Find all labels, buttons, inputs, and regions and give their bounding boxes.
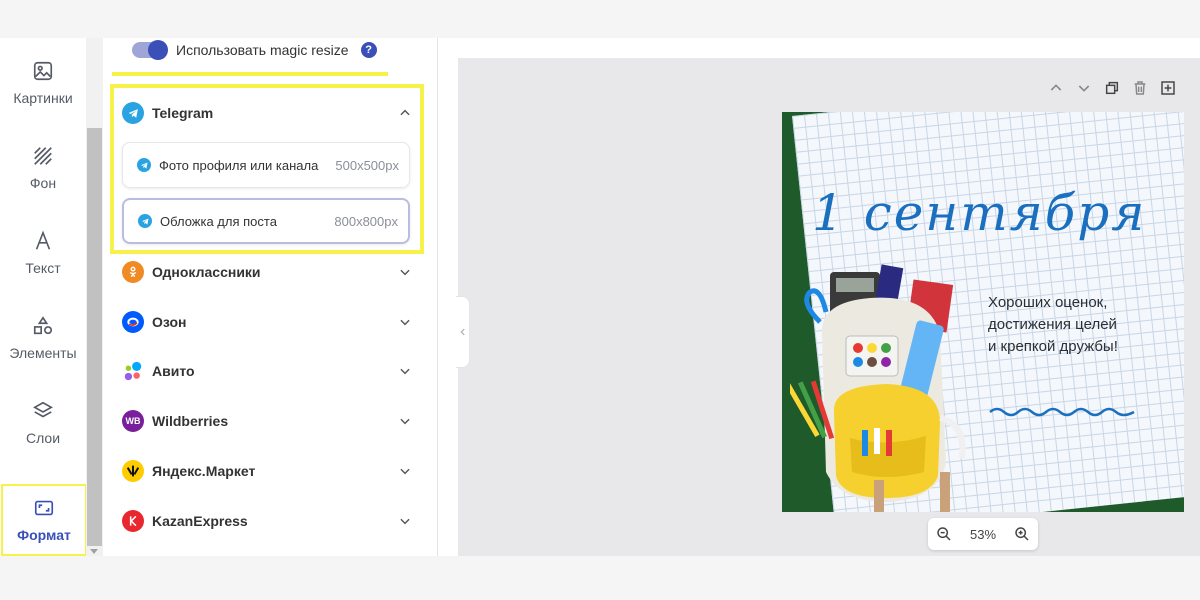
group-label: Telegram <box>152 105 214 121</box>
magic-resize-label: Использовать magic resize <box>176 42 349 58</box>
group-header-yandex-market[interactable]: Яндекс.Маркет <box>122 456 412 486</box>
collapse-panel-handle[interactable] <box>456 296 470 368</box>
rail-item-layers[interactable]: Слои <box>0 388 86 458</box>
rail-item-label: Фон <box>29 175 57 191</box>
format-item-label: Фото профиля или канала <box>159 157 319 173</box>
format-item-size: 500x500px <box>335 157 399 173</box>
zoom-controls: 53% <box>928 518 1038 550</box>
text-icon <box>35 230 51 250</box>
move-up-button[interactable] <box>1046 78 1066 98</box>
chevron-down-icon[interactable] <box>398 514 412 528</box>
rail-item-label: Картинки <box>13 90 73 106</box>
toggle-knob <box>148 40 168 60</box>
help-icon[interactable]: ? <box>360 42 377 58</box>
shapes-icon <box>33 316 53 335</box>
zoom-level: 53% <box>969 526 997 542</box>
telegram-icon <box>137 158 151 172</box>
resize-icon <box>34 500 54 516</box>
zoom-out-icon[interactable] <box>936 526 952 542</box>
kazanexpress-icon <box>122 510 144 532</box>
wishes-text[interactable]: Хороших оценок, достижения целей и крепк… <box>988 292 1158 358</box>
design-canvas[interactable]: 1 сентября Хороших оценок, достижения це… <box>782 112 1184 512</box>
magic-resize-toggle[interactable] <box>132 40 168 60</box>
group-label: Авито <box>152 363 195 379</box>
telegram-icon <box>122 102 144 124</box>
group-label: KazanExpress <box>152 513 248 529</box>
format-item-label: Обложка для поста <box>160 213 277 229</box>
add-icon <box>1161 81 1175 95</box>
group-header-odnoklassniki[interactable]: Одноклассники <box>122 257 412 287</box>
bottom-strip <box>0 556 1200 600</box>
group-label: Wildberries <box>152 413 229 429</box>
scroll-down-arrow-icon[interactable] <box>90 549 98 554</box>
group-label: Одноклассники <box>152 264 261 280</box>
format-item-post-cover[interactable]: Обложка для поста 800x800px <box>122 198 410 244</box>
rail-scrollbar[interactable] <box>86 38 103 556</box>
rail-item-text[interactable]: Текст <box>0 218 86 288</box>
chevron-left-icon <box>459 328 465 336</box>
rail-item-label: Слои <box>25 430 61 446</box>
headline-text[interactable]: 1 сентября <box>812 184 1146 242</box>
highlight-underline <box>112 72 388 76</box>
wave-divider <box>989 407 1135 417</box>
trash-icon <box>1134 81 1146 95</box>
layers-icon <box>33 401 53 418</box>
group-header-ozon[interactable]: Озон <box>122 307 412 337</box>
avito-icon <box>122 360 144 382</box>
chevron-down-icon[interactable] <box>398 315 412 329</box>
chevron-up-icon <box>1050 84 1062 91</box>
format-panel: Использовать magic resize ? Telegram Фот… <box>104 38 538 556</box>
add-page-button[interactable] <box>1158 78 1178 98</box>
image-icon <box>33 61 53 81</box>
rail-scrollbar-thumb[interactable] <box>87 128 102 546</box>
ozon-icon <box>122 311 144 333</box>
group-header-telegram[interactable]: Telegram <box>122 98 412 128</box>
editor-app: Картинки Фон Текст Элементы Слои Формат <box>0 38 1200 556</box>
yandex-market-icon <box>122 460 144 482</box>
left-rail: Картинки Фон Текст Элементы Слои Формат <box>0 38 104 556</box>
group-header-kazanexpress[interactable]: KazanExpress <box>122 506 412 536</box>
chevron-down-icon <box>1078 85 1090 92</box>
top-strip <box>0 0 1200 38</box>
rail-item-elements[interactable]: Элементы <box>0 303 86 373</box>
wishes-line: достижения целей <box>988 316 1117 333</box>
magic-resize-row: Использовать magic resize ? <box>132 38 377 62</box>
chevron-down-icon[interactable] <box>398 414 412 428</box>
group-label: Яндекс.Маркет <box>152 463 256 479</box>
background-pattern-icon <box>34 147 52 165</box>
copy-icon <box>1105 81 1119 95</box>
format-item-profile-photo[interactable]: Фото профиля или канала 500x500px <box>122 142 410 188</box>
delete-button[interactable] <box>1130 78 1150 98</box>
backpack-illustration[interactable] <box>790 262 980 512</box>
rail-item-label: Текст <box>25 260 61 276</box>
chevron-down-icon[interactable] <box>398 364 412 378</box>
chevron-down-icon[interactable] <box>398 464 412 478</box>
group-header-wildberries[interactable]: WB Wildberries <box>122 406 412 436</box>
duplicate-button[interactable] <box>1102 78 1122 98</box>
rail-item-background[interactable]: Фон <box>0 133 86 203</box>
format-item-size: 800x800px <box>334 213 398 229</box>
chevron-down-icon[interactable] <box>398 265 412 279</box>
rail-item-label: Элементы <box>9 345 77 361</box>
rail-item-images[interactable]: Картинки <box>0 48 86 118</box>
odnoklassniki-icon <box>122 261 144 283</box>
telegram-icon <box>138 214 152 228</box>
chevron-up-icon[interactable] <box>398 106 412 120</box>
rail-item-label: Формат <box>17 527 71 543</box>
move-down-button[interactable] <box>1074 78 1094 98</box>
zoom-in-icon[interactable] <box>1014 526 1030 542</box>
wishes-line: Хороших оценок, <box>988 294 1108 311</box>
wildberries-icon: WB <box>122 410 144 432</box>
wishes-line: и крепкой дружбы! <box>988 338 1118 355</box>
rail-item-format[interactable]: Формат <box>1 484 87 556</box>
group-header-avito[interactable]: Авито <box>122 356 412 386</box>
group-label: Озон <box>152 314 187 330</box>
